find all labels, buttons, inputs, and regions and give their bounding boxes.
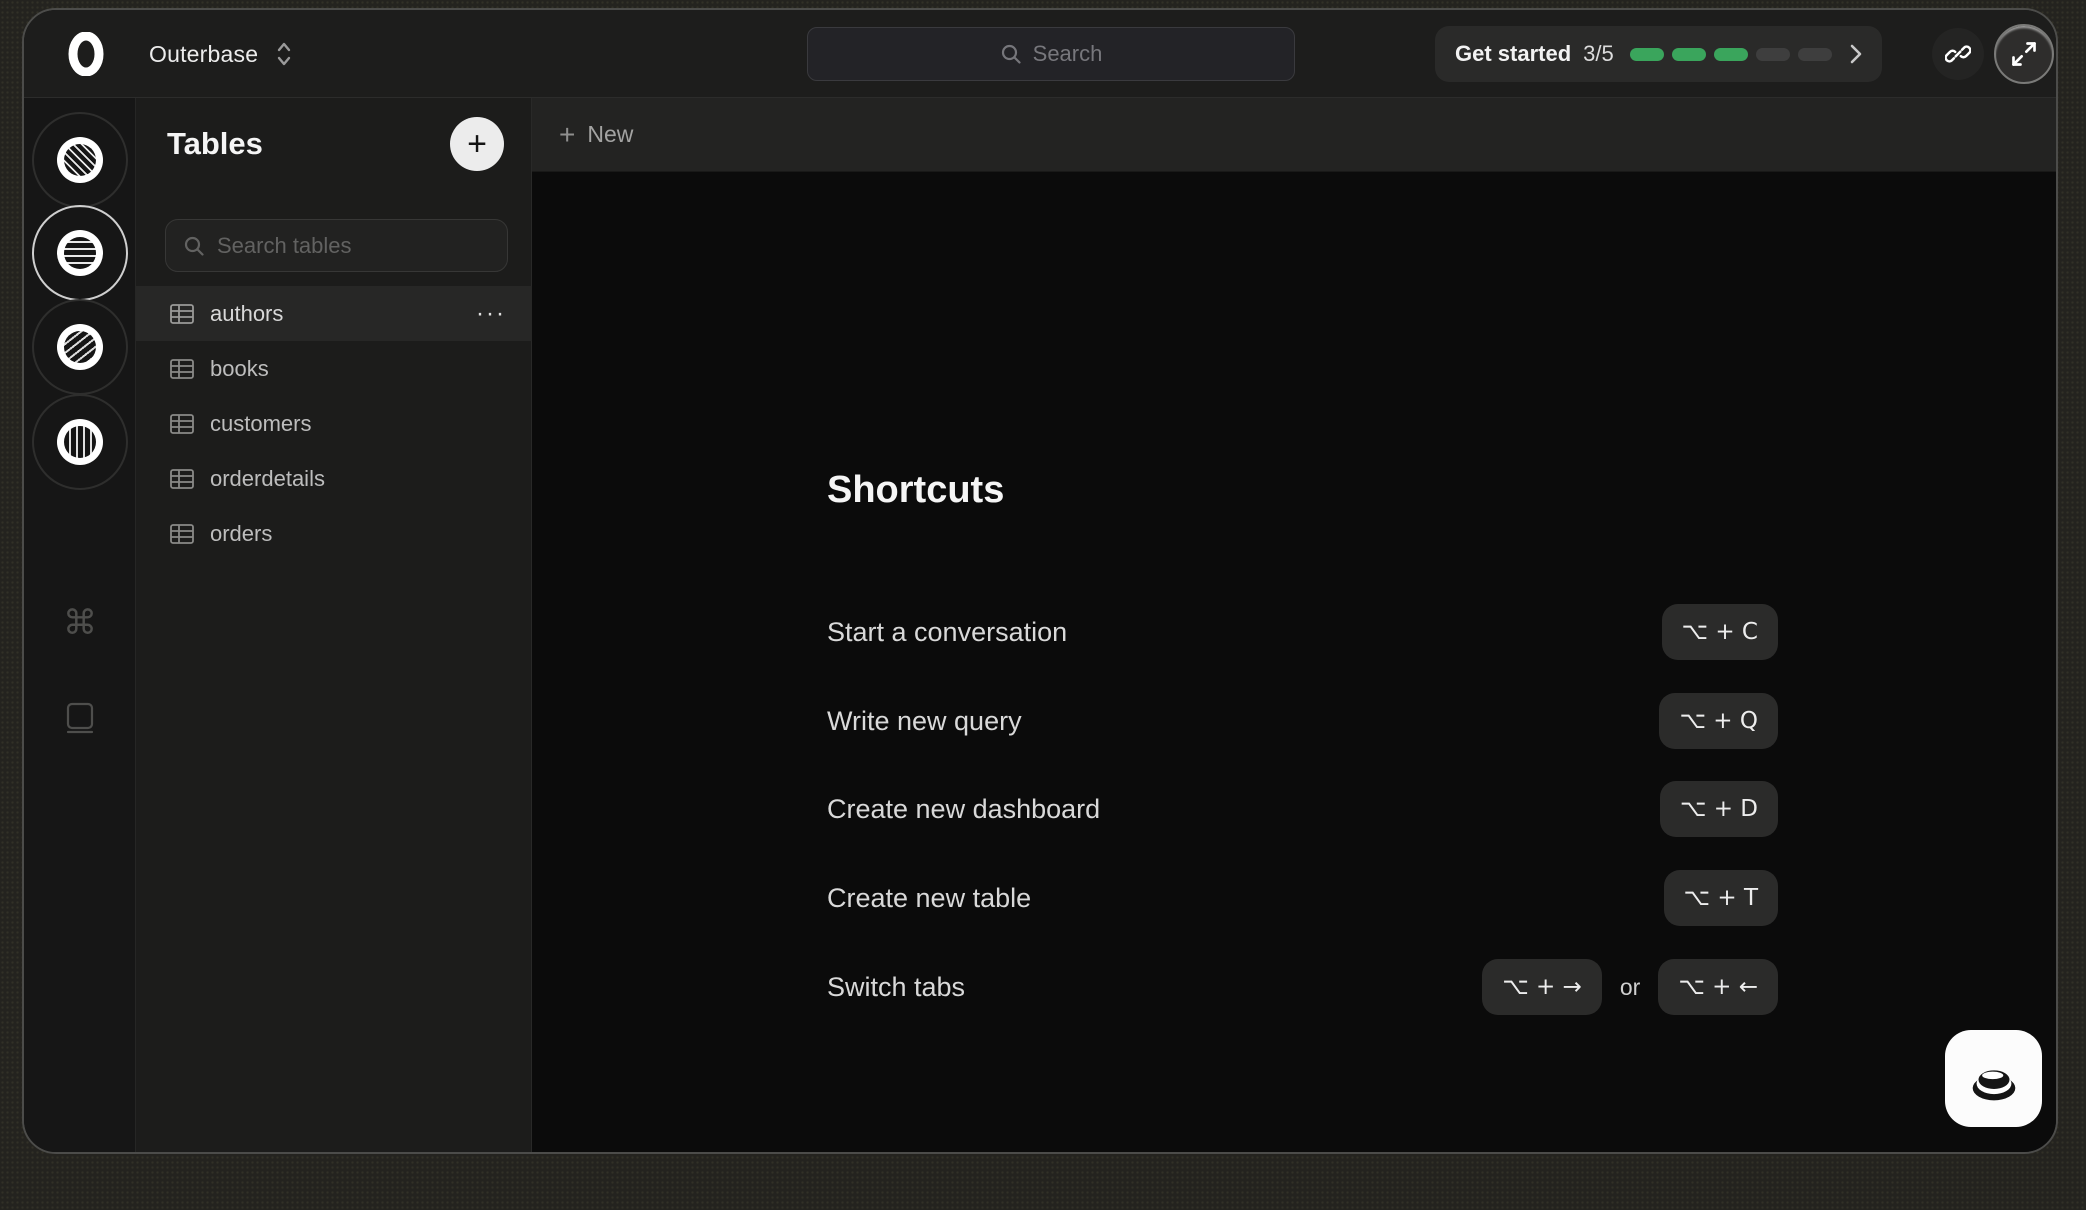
shortcut-label: Create new table xyxy=(827,883,1031,914)
table-name: books xyxy=(210,356,269,382)
kbd-option-t: ⌥ + T xyxy=(1664,870,1778,926)
progress-pill-todo xyxy=(1798,48,1832,61)
progress-pill-done xyxy=(1714,48,1748,61)
table-icon xyxy=(170,524,194,544)
shortcut-label: Create new dashboard xyxy=(827,794,1100,825)
share-link-button[interactable] xyxy=(1932,28,1984,80)
chevron-right-icon xyxy=(1850,44,1862,64)
table-row-orderdetails[interactable]: orderdetails xyxy=(136,451,532,506)
shortcut-label: Start a conversation xyxy=(827,617,1067,648)
main-area: + New Shortcuts Start a conversation ⌥ +… xyxy=(532,98,2058,1154)
workspace-4-icon xyxy=(64,426,96,458)
sidebar-item-workspace-1[interactable] xyxy=(32,112,128,208)
shortcuts-panel: Shortcuts Start a conversation ⌥ + C Wri… xyxy=(532,172,2058,1154)
shortcut-row: Write new query ⌥ + Q xyxy=(827,693,1778,749)
global-search-input[interactable]: Search xyxy=(807,27,1295,81)
kbd-option-d: ⌥ + D xyxy=(1660,781,1778,837)
kbd-option-left: ⌥ + ← xyxy=(1658,959,1778,1015)
shortcut-row: Create new dashboard ⌥ + D xyxy=(827,781,1778,837)
get-started-progress: 3/5 xyxy=(1583,41,1614,67)
new-tab-button[interactable]: + New xyxy=(559,121,633,148)
help-chat-button[interactable] xyxy=(1945,1030,2042,1127)
table-icon xyxy=(170,304,194,324)
expand-icon xyxy=(2010,40,2038,68)
link-icon xyxy=(1945,41,1971,67)
progress-pill-done xyxy=(1672,48,1706,61)
workspace-1-icon xyxy=(64,144,96,176)
table-name: authors xyxy=(210,301,283,327)
workspace-avatar xyxy=(57,137,103,183)
get-started-label: Get started xyxy=(1455,41,1571,67)
command-menu-icon[interactable]: ⌘ xyxy=(24,603,136,643)
table-name: orders xyxy=(210,521,272,547)
top-bar: Outerbase Search Get started 3/5 xyxy=(24,10,2056,98)
search-tables-placeholder: Search tables xyxy=(217,233,352,259)
shortcut-label: Write new query xyxy=(827,706,1022,737)
table-row-books[interactable]: books xyxy=(136,341,532,396)
workspace-avatar xyxy=(57,419,103,465)
workspace-name: Outerbase xyxy=(149,41,258,68)
workspace-2-icon xyxy=(64,237,96,269)
shortcut-row: Switch tabs ⌥ + → or ⌥ + ← xyxy=(827,959,1778,1015)
workspace-rail: ⌘ ⚙ xyxy=(24,98,136,1154)
table-row-orders[interactable]: orders xyxy=(136,506,532,561)
tab-bar: + New xyxy=(532,98,2058,172)
shortcut-row: Start a conversation ⌥ + C xyxy=(827,604,1778,660)
search-icon xyxy=(183,235,205,257)
get-started-button[interactable]: Get started 3/5 xyxy=(1435,26,1882,82)
or-separator: or xyxy=(1620,974,1640,1001)
table-row-customers[interactable]: customers xyxy=(136,396,532,451)
table-list: authors ··· books custom xyxy=(136,286,532,561)
kbd-option-right: ⌥ + → xyxy=(1482,959,1602,1015)
chevron-updown-icon xyxy=(276,41,292,67)
button-hat-icon xyxy=(1963,1053,2025,1105)
table-row-authors[interactable]: authors ··· xyxy=(136,286,532,341)
workspace-3-icon xyxy=(64,331,96,363)
table-name: orderdetails xyxy=(210,466,325,492)
table-name: customers xyxy=(210,411,311,437)
kbd-option-q: ⌥ + Q xyxy=(1659,693,1778,749)
sidebar-item-workspace-4[interactable] xyxy=(32,394,128,490)
workspace-switcher[interactable]: Outerbase xyxy=(149,10,292,98)
progress-pill-todo xyxy=(1756,48,1790,61)
table-icon xyxy=(170,469,194,489)
sidebar-item-workspace-2[interactable] xyxy=(32,205,128,301)
search-icon xyxy=(1000,43,1022,65)
table-more-menu[interactable]: ··· xyxy=(476,300,506,328)
search-tables-input[interactable]: Search tables xyxy=(165,219,508,272)
workspace-avatar xyxy=(57,230,103,276)
new-tab-label: New xyxy=(587,121,633,148)
add-table-button[interactable]: + xyxy=(450,117,504,171)
expand-button[interactable] xyxy=(1994,24,2054,84)
global-search-placeholder: Search xyxy=(1033,41,1103,67)
docs-book-icon[interactable] xyxy=(24,700,136,741)
workspace-avatar xyxy=(57,324,103,370)
tables-sidebar: Tables + Search tables authors ··· xyxy=(136,98,532,1154)
get-started-progress-pills xyxy=(1630,48,1832,61)
kbd-option-c: ⌥ + C xyxy=(1662,604,1778,660)
sidebar-title: Tables xyxy=(167,126,263,162)
shortcut-row: Create new table ⌥ + T xyxy=(827,870,1778,926)
sidebar-item-workspace-3[interactable] xyxy=(32,299,128,395)
app-window: Outerbase Search Get started 3/5 xyxy=(22,8,2058,1154)
table-icon xyxy=(170,414,194,434)
progress-pill-done xyxy=(1630,48,1664,61)
page-title: Shortcuts xyxy=(827,469,1004,512)
outerbase-logo-icon xyxy=(68,32,104,76)
table-icon xyxy=(170,359,194,379)
shortcut-label: Switch tabs xyxy=(827,972,965,1003)
